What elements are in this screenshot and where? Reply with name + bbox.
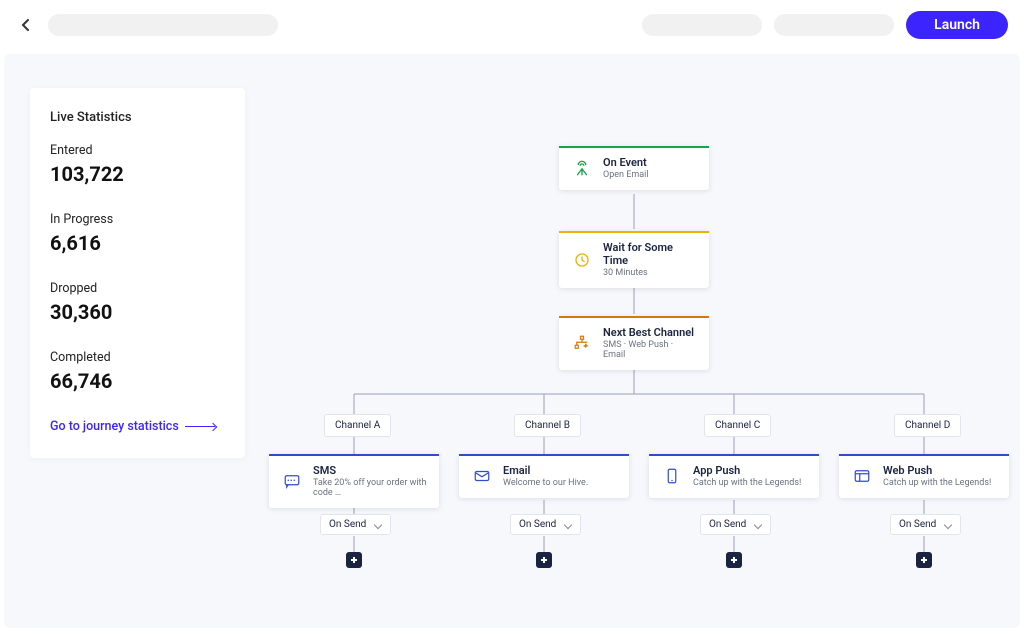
node-subtitle: Welcome to our Hive. bbox=[503, 478, 588, 488]
node-subtitle: Open Email bbox=[603, 170, 649, 180]
header-placeholder-2 bbox=[774, 14, 894, 36]
chevron-down-icon bbox=[564, 521, 572, 529]
node-subtitle: Take 20% off your order with code … bbox=[313, 478, 427, 498]
on-send-dropdown[interactable]: On Send bbox=[890, 514, 961, 535]
metric-label: Dropped bbox=[50, 281, 225, 296]
sms-icon bbox=[281, 470, 303, 492]
branch-icon bbox=[571, 332, 593, 354]
metric-value: 30,360 bbox=[50, 300, 225, 324]
branch-label: Channel A bbox=[324, 414, 391, 437]
metric-value: 66,746 bbox=[50, 369, 225, 393]
add-step-button[interactable] bbox=[536, 552, 552, 568]
browser-icon bbox=[851, 465, 873, 487]
channel-node-sms[interactable]: SMS Take 20% off your order with code … bbox=[269, 454, 439, 508]
launch-button[interactable]: Launch bbox=[906, 11, 1008, 39]
onsend-label: On Send bbox=[329, 519, 366, 530]
chevron-down-icon bbox=[754, 521, 762, 529]
chevron-down-icon bbox=[374, 521, 382, 529]
branch-label: Channel D bbox=[894, 414, 961, 437]
node-subtitle: SMS · Web Push · Email bbox=[603, 340, 697, 360]
metric-value: 6,616 bbox=[50, 231, 225, 255]
onsend-label: On Send bbox=[519, 519, 556, 530]
node-title: Next Best Channel bbox=[603, 326, 697, 339]
on-send-dropdown[interactable]: On Send bbox=[320, 514, 391, 535]
title-placeholder bbox=[48, 14, 278, 36]
channel-node-email[interactable]: Email Welcome to our Hive. bbox=[459, 454, 629, 498]
add-step-button[interactable] bbox=[726, 552, 742, 568]
node-title: On Event bbox=[603, 156, 649, 169]
add-step-button[interactable] bbox=[346, 552, 362, 568]
header-placeholder-1 bbox=[642, 14, 762, 36]
branch-label: Channel B bbox=[514, 414, 581, 437]
node-title: App Push bbox=[693, 464, 801, 477]
node-title: Email bbox=[503, 464, 588, 477]
chevron-down-icon bbox=[944, 521, 952, 529]
node-subtitle: 30 Minutes bbox=[603, 268, 697, 278]
arrow-right-icon bbox=[185, 426, 215, 427]
onsend-label: On Send bbox=[709, 519, 746, 530]
live-statistics-panel: Live Statistics Entered 103,722 In Progr… bbox=[30, 88, 245, 458]
node-title: Web Push bbox=[883, 464, 991, 477]
on-send-dropdown[interactable]: On Send bbox=[510, 514, 581, 535]
node-title: SMS bbox=[313, 464, 427, 477]
broadcast-icon bbox=[571, 157, 593, 179]
channel-node-apppush[interactable]: App Push Catch up with the Legends! bbox=[649, 454, 819, 498]
channel-node-webpush[interactable]: Web Push Catch up with the Legends! bbox=[839, 454, 1009, 498]
metric-label: Entered bbox=[50, 143, 225, 158]
on-send-dropdown[interactable]: On Send bbox=[700, 514, 771, 535]
onsend-label: On Send bbox=[899, 519, 936, 530]
node-subtitle: Catch up with the Legends! bbox=[883, 478, 991, 488]
clock-icon bbox=[571, 249, 593, 271]
node-subtitle: Catch up with the Legends! bbox=[693, 478, 801, 488]
go-to-statistics-link[interactable]: Go to journey statistics bbox=[50, 419, 225, 434]
node-on-event[interactable]: On Event Open Email bbox=[559, 146, 709, 190]
link-label: Go to journey statistics bbox=[50, 419, 179, 434]
panel-title: Live Statistics bbox=[50, 110, 225, 125]
metric-value: 103,722 bbox=[50, 162, 225, 186]
back-button[interactable] bbox=[16, 15, 36, 35]
node-split[interactable]: Next Best Channel SMS · Web Push · Email bbox=[559, 316, 709, 370]
add-step-button[interactable] bbox=[916, 552, 932, 568]
node-wait[interactable]: Wait for Some Time 30 Minutes bbox=[559, 231, 709, 288]
email-icon bbox=[471, 465, 493, 487]
metric-label: Completed bbox=[50, 350, 225, 365]
branch-label: Channel C bbox=[704, 414, 771, 437]
phone-icon bbox=[661, 465, 683, 487]
metric-label: In Progress bbox=[50, 212, 225, 227]
node-title: Wait for Some Time bbox=[603, 241, 697, 267]
